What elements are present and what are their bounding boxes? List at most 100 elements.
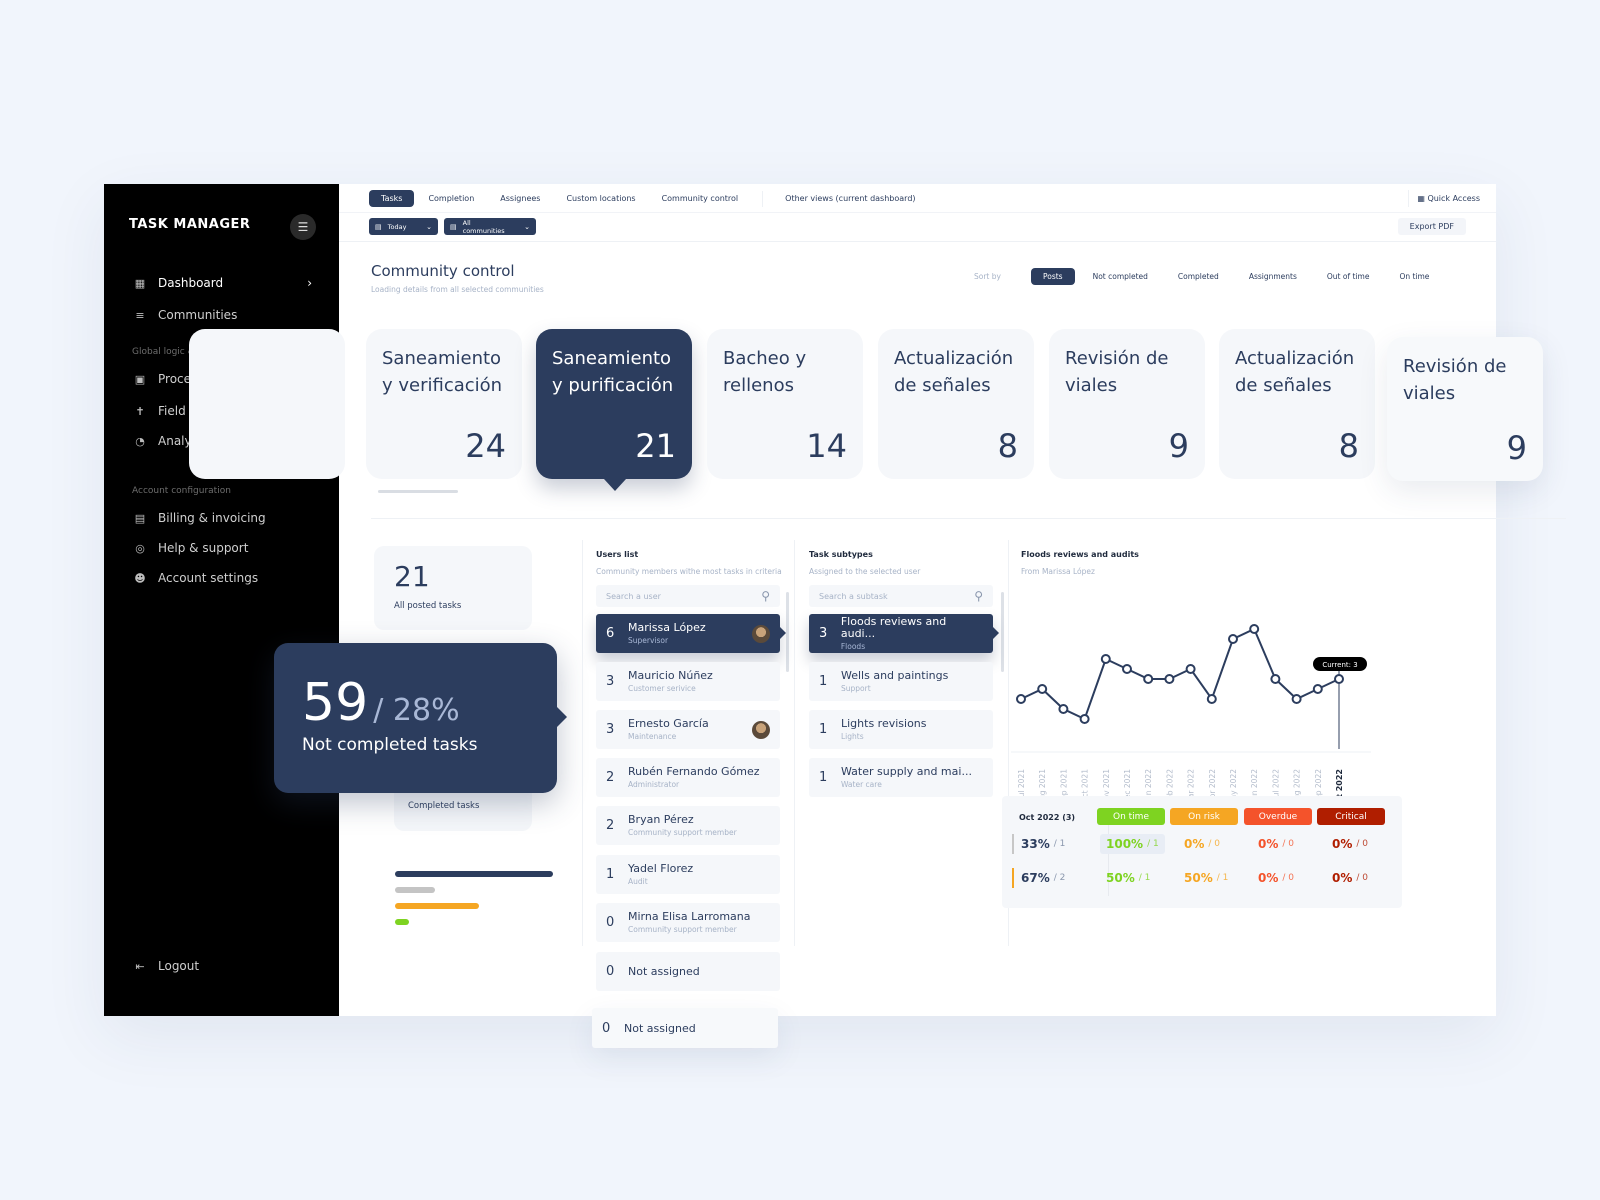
- category-card[interactable]: Bacheo y rellenos 14: [707, 329, 863, 479]
- user-list-item[interactable]: 0 Mirna Elisa Larromana Community support …: [596, 903, 780, 942]
- breakdown-cell[interactable]: 0%/ 0: [1332, 834, 1368, 854]
- subtype-list-item[interactable]: 1 Wells and paintings Support: [809, 662, 993, 701]
- sort-on-time[interactable]: On time: [1387, 268, 1441, 285]
- subtype-name: Lights revisions: [841, 717, 927, 730]
- user-role: Community support member: [628, 925, 737, 934]
- sidebar-item-help[interactable]: ◎ Help & support: [132, 541, 312, 555]
- data-point[interactable]: [1100, 654, 1111, 664]
- users-scrollbar[interactable]: [786, 592, 789, 672]
- chevron-right-icon: ›: [307, 276, 312, 290]
- user-name: Marissa López: [628, 621, 706, 634]
- category-carousel: Saneamiento y verificación 24 Saneamient…: [189, 329, 1543, 499]
- search-icon: ⚲: [974, 589, 983, 603]
- data-point[interactable]: [1334, 674, 1344, 684]
- tab-completion[interactable]: Completion: [416, 190, 486, 207]
- user-role: Community support member: [628, 828, 737, 837]
- sidebar-item-dashboard[interactable]: ▦ Dashboard ›: [132, 276, 312, 290]
- breakdown-cell[interactable]: 0%/ 0: [1258, 868, 1294, 888]
- data-point[interactable]: [1079, 714, 1090, 724]
- stat-not-completed-highlight[interactable]: 59 / 28% Not completed tasks: [274, 643, 567, 793]
- data-point[interactable]: [1249, 624, 1260, 634]
- user-list-item[interactable]: 3 Ernesto García Maintenance: [596, 710, 780, 749]
- export-pdf-button[interactable]: Export PDF: [1397, 218, 1466, 235]
- tab-assignees[interactable]: Assignees: [488, 190, 552, 207]
- date-filter-dropdown[interactable]: ▤ Today ⌄: [369, 218, 438, 235]
- subtype-count: 1: [819, 722, 828, 737]
- tab-community-control[interactable]: Community control: [650, 190, 751, 207]
- data-point[interactable]: [1270, 674, 1281, 684]
- user-task-count: 3: [606, 722, 615, 737]
- data-point[interactable]: [1228, 634, 1238, 644]
- user-list-item[interactable]: 2 Bryan Pérez Community support member: [596, 806, 780, 845]
- user-name: Yadel Florez: [628, 862, 694, 875]
- dragging-list-item[interactable]: 0 Not assigned: [592, 1008, 778, 1048]
- quick-access-button[interactable]: ▦ Quick Access: [1408, 190, 1488, 207]
- subtype-list-item[interactable]: 1 Lights revisions Lights: [809, 710, 993, 749]
- community-filter-dropdown[interactable]: ▤ All communities ⌄: [444, 218, 536, 235]
- chart-subtitle: From Marissa López: [1021, 567, 1095, 576]
- sidebar-item-billing[interactable]: ▤ Billing & invoicing: [132, 511, 312, 525]
- tab-custom-locations[interactable]: Custom locations: [554, 190, 647, 207]
- category-card[interactable]: Saneamiento y verificación 24: [366, 329, 522, 479]
- user-list-item[interactable]: 0 Not assigned: [596, 952, 780, 991]
- breakdown-cell[interactable]: 100%/ 1: [1100, 834, 1165, 854]
- breakdown-cell[interactable]: 0%/ 0: [1332, 868, 1368, 888]
- user-list-item-selected[interactable]: 6 Marissa López Supervisor: [596, 614, 786, 653]
- data-point[interactable]: [1058, 704, 1069, 714]
- breakdown-cell[interactable]: 0%/ 0: [1258, 834, 1294, 854]
- cell-count: / 1: [1147, 839, 1159, 849]
- data-point[interactable]: [1016, 694, 1026, 704]
- sort-not-completed[interactable]: Not completed: [1081, 268, 1160, 285]
- category-name: Actualización de señales: [1235, 348, 1355, 396]
- data-point[interactable]: [1143, 674, 1154, 684]
- breakdown-cell[interactable]: 0%/ 0: [1184, 834, 1220, 854]
- category-card-selected[interactable]: Saneamiento y purificación 21: [536, 329, 692, 491]
- sort-posts[interactable]: Posts: [1030, 268, 1075, 285]
- breakdown-cell[interactable]: 50%/ 1: [1106, 868, 1150, 888]
- divider: [582, 540, 583, 946]
- data-point[interactable]: [1037, 684, 1048, 694]
- user-list-item[interactable]: 2 Rubén Fernando Gómez Administrator: [596, 758, 780, 797]
- tab-other-views[interactable]: Other views (current dashboard): [773, 190, 927, 207]
- hamburger-icon[interactable]: ☰: [290, 214, 316, 240]
- cell-percentage: 0%: [1258, 837, 1279, 851]
- data-point[interactable]: [1291, 694, 1302, 704]
- data-point[interactable]: [1206, 694, 1217, 704]
- carousel-scrollbar[interactable]: [378, 490, 458, 493]
- data-point[interactable]: [1312, 684, 1323, 694]
- row-percentage: 67%: [1021, 871, 1050, 885]
- sidebar-item-account-settings[interactable]: ☻ Account settings: [132, 571, 312, 585]
- search-placeholder: Search a user: [606, 591, 661, 601]
- tab-tasks[interactable]: Tasks: [369, 190, 415, 207]
- subtask-search-input[interactable]: Search a subtask ⚲: [809, 585, 993, 607]
- category-card[interactable]: Actualización de señales 8: [878, 329, 1034, 479]
- category-card[interactable]: Revisión de viales 9: [1049, 329, 1205, 479]
- category-card[interactable]: Actualización de señales 8: [1219, 329, 1375, 479]
- date-filter-value: Today: [387, 222, 407, 231]
- subtype-list-item-selected[interactable]: 3 Floods reviews and audi... Floods: [809, 614, 999, 653]
- user-search-input[interactable]: Search a user ⚲: [596, 585, 780, 607]
- user-task-count: 1: [606, 867, 615, 882]
- divider: [762, 190, 764, 207]
- subtype-list-item[interactable]: 1 Water supply and mai... Water care: [809, 758, 993, 797]
- data-point[interactable]: [1122, 664, 1132, 674]
- category-card-partial[interactable]: [189, 329, 345, 479]
- breakdown-cell[interactable]: 50%/ 1: [1184, 868, 1228, 888]
- sidebar-item-label: Communities: [158, 308, 238, 322]
- subtype-name: Floods reviews and audi...: [840, 615, 947, 640]
- line-chart[interactable]: Jul 2021 Aug 2021 Sep 2021 Oct 2021 Nov 2021…: [1001, 579, 1381, 809]
- user-list-item[interactable]: 1 Yadel Florez Audit: [596, 855, 780, 894]
- grid-icon: ▦: [1417, 194, 1425, 203]
- filters: ▤ Today ⌄ ▤ All communities ⌄: [369, 218, 542, 235]
- data-point[interactable]: [1164, 674, 1175, 684]
- sort-completed[interactable]: Completed: [1166, 268, 1231, 285]
- category-card[interactable]: Revisión de viales 9: [1387, 337, 1543, 481]
- data-point[interactable]: [1185, 664, 1196, 674]
- sidebar-item-communities[interactable]: ≡ Communities: [132, 308, 312, 322]
- sort-out-of-time[interactable]: Out of time: [1315, 268, 1382, 285]
- sort-assignments[interactable]: Assignments: [1237, 268, 1309, 285]
- logout-button[interactable]: ⇤ Logout: [132, 959, 312, 973]
- user-list-item[interactable]: 3 Mauricio Núñez Customer serivice: [596, 662, 780, 701]
- avatar: [752, 624, 770, 643]
- community-filter-value: All communities: [462, 218, 505, 235]
